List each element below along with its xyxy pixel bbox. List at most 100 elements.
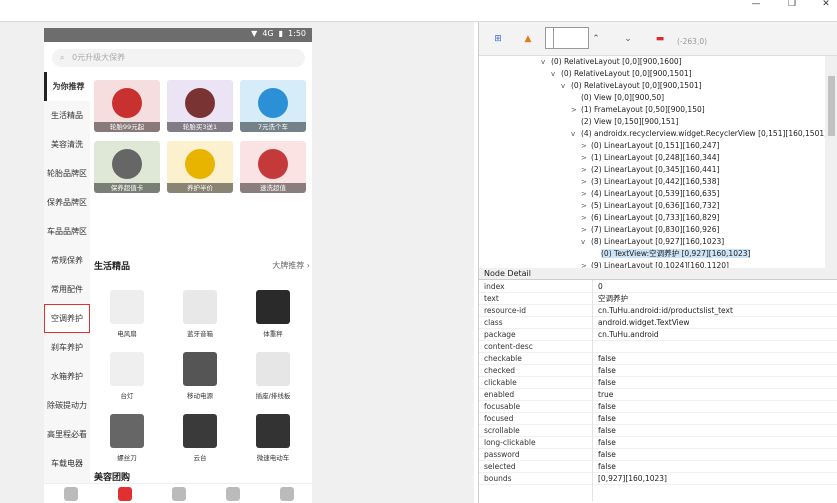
product-item[interactable]: 微速电动车: [238, 410, 308, 468]
chevron-down-icon[interactable]: ⌄: [621, 32, 635, 46]
banner-caption: 轮胎买3送1: [167, 122, 233, 132]
expand-toggle-icon[interactable]: v: [551, 68, 561, 80]
expand-toggle-icon[interactable]: v: [541, 56, 551, 68]
detail-row[interactable]: password false: [479, 449, 837, 461]
tree-node[interactable]: (2) View [0,150][900,151]: [571, 116, 678, 128]
tree-node[interactable]: (0) TextView:空调养护 [0,927][160,1023]: [591, 248, 751, 260]
tree-node[interactable]: > (3) LinearLayout [0,442][160,538]: [581, 176, 719, 188]
expand-toggle-icon[interactable]: >: [581, 212, 591, 224]
expand-toggle-icon[interactable]: >: [581, 164, 591, 176]
promo-banner[interactable]: 轮胎99元起: [94, 80, 160, 132]
detail-row[interactable]: index 0: [479, 281, 837, 293]
screenshot-toggle[interactable]: [545, 27, 589, 49]
sidebar-item[interactable]: 轮胎品牌区: [44, 159, 90, 188]
detail-row[interactable]: selected false: [479, 461, 837, 473]
hierarchy-tree[interactable]: v (0) RelativeLayout [0,0][900,1600] v (0) …: [479, 56, 825, 276]
column-divider: [592, 365, 593, 377]
detail-row[interactable]: scrollable false: [479, 425, 837, 437]
sidebar-item[interactable]: 空调养护: [44, 304, 90, 333]
detail-row[interactable]: long-clickable false: [479, 437, 837, 449]
product-item[interactable]: 螺丝刀: [92, 410, 162, 468]
tree-node[interactable]: > (2) LinearLayout [0,345][160,441]: [581, 164, 719, 176]
tree-node[interactable]: v (0) RelativeLayout [0,0][900,1501]: [551, 68, 692, 80]
tree-node[interactable]: > (7) LinearLayout [0,830][160,926]: [581, 224, 719, 236]
minimize-button[interactable]: —: [742, 0, 770, 10]
sidebar-item[interactable]: 水箱养护: [44, 362, 90, 391]
expand-toggle-icon[interactable]: >: [581, 140, 591, 152]
sidebar-item[interactable]: 车载电器: [44, 449, 90, 478]
detail-row[interactable]: package cn.TuHu.android: [479, 329, 837, 341]
nav-tab-icon[interactable]: [226, 487, 240, 501]
column-divider: [592, 461, 593, 473]
sidebar-item[interactable]: 生活精品: [44, 101, 90, 130]
detail-row[interactable]: focused false: [479, 413, 837, 425]
expand-toggle-icon[interactable]: >: [581, 176, 591, 188]
product-item[interactable]: 体重秤: [238, 286, 308, 344]
nav-tab-icon[interactable]: [64, 487, 78, 501]
warning-icon[interactable]: ▲: [521, 32, 535, 46]
sidebar-item[interactable]: 除碳提动力: [44, 391, 90, 420]
product-item[interactable]: 台灯: [92, 348, 162, 406]
tree-vertical-scrollbar[interactable]: [825, 56, 837, 276]
sidebar-item[interactable]: 为你推荐: [44, 72, 90, 101]
expand-toggle-icon[interactable]: >: [571, 104, 581, 116]
expand-toggle-icon[interactable]: >: [581, 224, 591, 236]
promo-banner[interactable]: 保养超值卡: [94, 141, 160, 193]
detail-row[interactable]: resource-id cn.TuHu.android:id/productsli…: [479, 305, 837, 317]
tree-node[interactable]: v (4) androidx.recyclerview.widget.Recycl…: [571, 128, 825, 140]
detail-row[interactable]: content-desc: [479, 341, 837, 353]
nav-tab-icon[interactable]: [172, 487, 186, 501]
product-item[interactable]: 电风扇: [92, 286, 162, 344]
tree-node[interactable]: v (8) LinearLayout [0,927][160,1023]: [581, 236, 724, 248]
device-screenshot[interactable]: ▼ 4G ▮ 1:50 ⌕ 0元升级大保养 为你推荐 生活精品 美容清洗 轮胎品牌区保…: [44, 28, 312, 503]
tree-node[interactable]: (0) View [0,0][900,50]: [571, 92, 664, 104]
promo-banner[interactable]: 速洗超值: [240, 141, 306, 193]
sidebar-item[interactable]: 高里程必看: [44, 420, 90, 449]
close-button[interactable]: ✕: [812, 0, 837, 10]
sidebar-item[interactable]: 常规保养: [44, 246, 90, 275]
tree-node[interactable]: > (0) LinearLayout [0,151][160,247]: [581, 140, 719, 152]
tree-node[interactable]: v (0) RelativeLayout [0,0][900,1600]: [541, 56, 682, 68]
product-item[interactable]: 云台: [165, 410, 235, 468]
product-item[interactable]: 移动电源: [165, 348, 235, 406]
expand-toggle-icon[interactable]: v: [561, 80, 571, 92]
promo-banner[interactable]: 7元洗个车: [240, 80, 306, 132]
detail-row[interactable]: enabled true: [479, 389, 837, 401]
tree-node[interactable]: > (6) LinearLayout [0,733][160,829]: [581, 212, 719, 224]
expand-toggle-icon[interactable]: v: [571, 128, 581, 140]
product-item[interactable]: 蓝牙音箱: [165, 286, 235, 344]
detail-row[interactable]: focusable false: [479, 401, 837, 413]
tree-node[interactable]: > (1) FrameLayout [0,50][900,150]: [571, 104, 705, 116]
maximize-button[interactable]: ❐: [778, 0, 806, 10]
expand-toggle-icon[interactable]: >: [581, 188, 591, 200]
nav-tab-icon[interactable]: [118, 487, 132, 501]
promo-banner[interactable]: 养护半价: [167, 141, 233, 193]
sidebar-item[interactable]: 保养品牌区: [44, 188, 90, 217]
detail-row[interactable]: bounds [0,927][160,1023]: [479, 473, 837, 485]
product-item[interactable]: 插座/排线板: [238, 348, 308, 406]
detail-row[interactable]: checkable false: [479, 353, 837, 365]
expand-toggle-icon[interactable]: >: [581, 152, 591, 164]
sidebar-item[interactable]: 车品品牌区: [44, 217, 90, 246]
expand-all-icon[interactable]: ⊞: [491, 32, 505, 46]
detail-row[interactable]: clickable false: [479, 377, 837, 389]
brand-recommend-link[interactable]: 大牌推荐 ›: [272, 260, 310, 271]
expand-toggle-icon[interactable]: >: [581, 200, 591, 212]
sidebar-item[interactable]: 美容清洗: [44, 130, 90, 159]
detail-row[interactable]: class android.widget.TextView: [479, 317, 837, 329]
detail-row[interactable]: checked false: [479, 365, 837, 377]
search-input[interactable]: ⌕ 0元升级大保养: [52, 49, 305, 67]
banner-caption: 速洗超值: [240, 183, 306, 193]
sidebar-item[interactable]: 刹车养护: [44, 333, 90, 362]
chevron-up-icon[interactable]: ⌃: [589, 32, 603, 46]
tree-node[interactable]: v (0) RelativeLayout [0,0][900,1501]: [561, 80, 702, 92]
promo-banner[interactable]: 轮胎买3送1: [167, 80, 233, 132]
nav-tab-icon[interactable]: [280, 487, 294, 501]
sidebar-item[interactable]: 常用配件: [44, 275, 90, 304]
tree-node[interactable]: > (5) LinearLayout [0,636][160,732]: [581, 200, 719, 212]
tree-node[interactable]: > (1) LinearLayout [0,248][160,344]: [581, 152, 719, 164]
remove-icon[interactable]: ▬: [653, 32, 667, 46]
detail-row[interactable]: text 空调养护: [479, 293, 837, 305]
expand-toggle-icon[interactable]: v: [581, 236, 591, 248]
tree-node[interactable]: > (4) LinearLayout [0,539][160,635]: [581, 188, 719, 200]
